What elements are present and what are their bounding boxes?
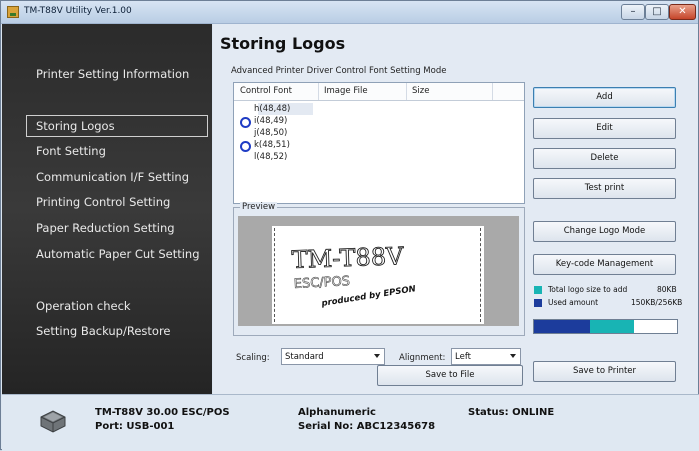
alignment-value: Left xyxy=(455,352,471,362)
logo-list[interactable]: Control Font Image File Size h(48,48) i(… xyxy=(233,82,525,204)
delete-button[interactable]: Delete xyxy=(533,148,676,169)
total-logo-size-value: 80KB xyxy=(657,285,677,294)
minimize-icon: – xyxy=(630,6,636,17)
close-icon: ✕ xyxy=(678,6,687,17)
preview-label: Preview xyxy=(240,202,278,212)
svg-text:ESC/POS: ESC/POS xyxy=(293,274,350,292)
status-bar: TM-T88V 30.00 ESC/POS Port: USB-001 Alph… xyxy=(2,394,699,451)
close-button[interactable]: ✕ xyxy=(669,4,696,20)
column-divider xyxy=(406,83,407,100)
list-header: Control Font Image File Size xyxy=(234,83,524,101)
add-size-fill xyxy=(589,320,635,333)
key-code-management-button[interactable]: Key-code Management xyxy=(533,254,676,275)
control-font-value: j(48,50) xyxy=(254,128,288,138)
control-font-value: h(48,48) xyxy=(254,104,291,114)
list-item[interactable]: l(48,52) xyxy=(254,152,287,162)
used-amount-fill xyxy=(534,320,590,333)
preview-area: TM-T88V ESC/POS produced by EPSON xyxy=(238,216,519,326)
printer-model: TM-T88V 30.00 ESC/POS xyxy=(95,407,230,418)
list-item[interactable]: i(48,49) xyxy=(240,116,288,128)
title-bar: TM-T88V Utility Ver.1.00 – □ ✕ xyxy=(1,1,698,24)
column-image-file[interactable]: Image File xyxy=(324,86,368,96)
circle-icon xyxy=(240,117,251,128)
minimize-button[interactable]: – xyxy=(621,4,645,20)
edit-button[interactable]: Edit xyxy=(533,118,676,139)
alignment-select[interactable]: Left xyxy=(451,348,521,365)
sidebar-item-storing-logos[interactable]: Storing Logos xyxy=(26,115,208,137)
change-logo-mode-button[interactable]: Change Logo Mode xyxy=(533,221,676,242)
sidebar-item-auto-paper-cut[interactable]: Automatic Paper Cut Setting xyxy=(36,247,200,261)
save-to-printer-button[interactable]: Save to Printer xyxy=(533,361,676,382)
maximize-icon: □ xyxy=(652,6,662,17)
serial-number: Serial No: ABC12345678 xyxy=(298,421,436,432)
add-size-legend-swatch xyxy=(534,286,542,294)
used-amount-label: Used amount xyxy=(548,298,599,307)
scaling-value: Standard xyxy=(285,352,324,362)
sidebar: Printer Setting Information Storing Logo… xyxy=(2,24,212,394)
character-set: Alphanumeric xyxy=(298,407,376,418)
control-font-value: i(48,49) xyxy=(254,116,288,126)
column-divider xyxy=(492,83,493,100)
printer-port: Port: USB-001 xyxy=(95,421,175,432)
preview-paper: TM-T88V ESC/POS produced by EPSON xyxy=(272,226,484,324)
total-logo-size-label: Total logo size to add xyxy=(548,285,628,294)
list-item[interactable]: h(48,48) xyxy=(254,104,290,114)
sidebar-item-backup-restore[interactable]: Setting Backup/Restore xyxy=(36,324,171,338)
save-to-file-button[interactable]: Save to File xyxy=(377,365,523,386)
control-font-value: l(48,52) xyxy=(254,152,288,162)
window-title: TM-T88V Utility Ver.1.00 xyxy=(24,6,132,16)
app-icon xyxy=(7,6,19,18)
scaling-label: Scaling: xyxy=(236,353,270,363)
sidebar-item-printing-control[interactable]: Printing Control Setting xyxy=(36,195,170,209)
preview-group: Preview TM-T88V ESC/POS produced by EPSO… xyxy=(233,202,525,336)
logo-preview-image: TM-T88V ESC/POS produced by EPSON xyxy=(291,242,417,309)
chevron-down-icon xyxy=(510,354,516,358)
maximize-button[interactable]: □ xyxy=(645,4,669,20)
scaling-select[interactable]: Standard xyxy=(281,348,385,365)
column-divider xyxy=(318,83,319,100)
page-title: Storing Logos xyxy=(220,34,346,53)
alignment-label: Alignment: xyxy=(399,353,446,363)
list-item[interactable]: j(48,50) xyxy=(254,128,287,138)
column-control-font[interactable]: Control Font xyxy=(240,86,292,96)
logo-memory-usage-bar xyxy=(533,319,678,334)
control-font-value: k(48,51) xyxy=(254,140,290,150)
sidebar-item-communication[interactable]: Communication I/F Setting xyxy=(36,170,189,184)
chevron-down-icon xyxy=(374,354,380,358)
printer-icon xyxy=(40,410,66,433)
app-window: TM-T88V Utility Ver.1.00 – □ ✕ Printer S… xyxy=(0,0,699,451)
used-amount-legend-swatch xyxy=(534,299,542,307)
add-button[interactable]: Add xyxy=(533,87,676,108)
main-panel: Storing Logos Advanced Printer Driver Co… xyxy=(213,24,698,394)
mode-label: Advanced Printer Driver Control Font Set… xyxy=(231,66,447,76)
status-badge: Status: ONLINE xyxy=(468,407,555,418)
column-size[interactable]: Size xyxy=(412,86,429,96)
list-item[interactable]: k(48,51) xyxy=(240,140,290,152)
svg-text:TM-T88V: TM-T88V xyxy=(291,242,404,274)
sidebar-item-font-setting[interactable]: Font Setting xyxy=(36,144,106,158)
used-amount-value: 150KB/256KB xyxy=(631,298,683,307)
test-print-button[interactable]: Test print xyxy=(533,178,676,199)
sidebar-item-printer-setting-information[interactable]: Printer Setting Information xyxy=(36,67,189,81)
circle-icon xyxy=(240,141,251,152)
sidebar-item-operation-check[interactable]: Operation check xyxy=(36,299,131,313)
sidebar-item-paper-reduction[interactable]: Paper Reduction Setting xyxy=(36,221,175,235)
